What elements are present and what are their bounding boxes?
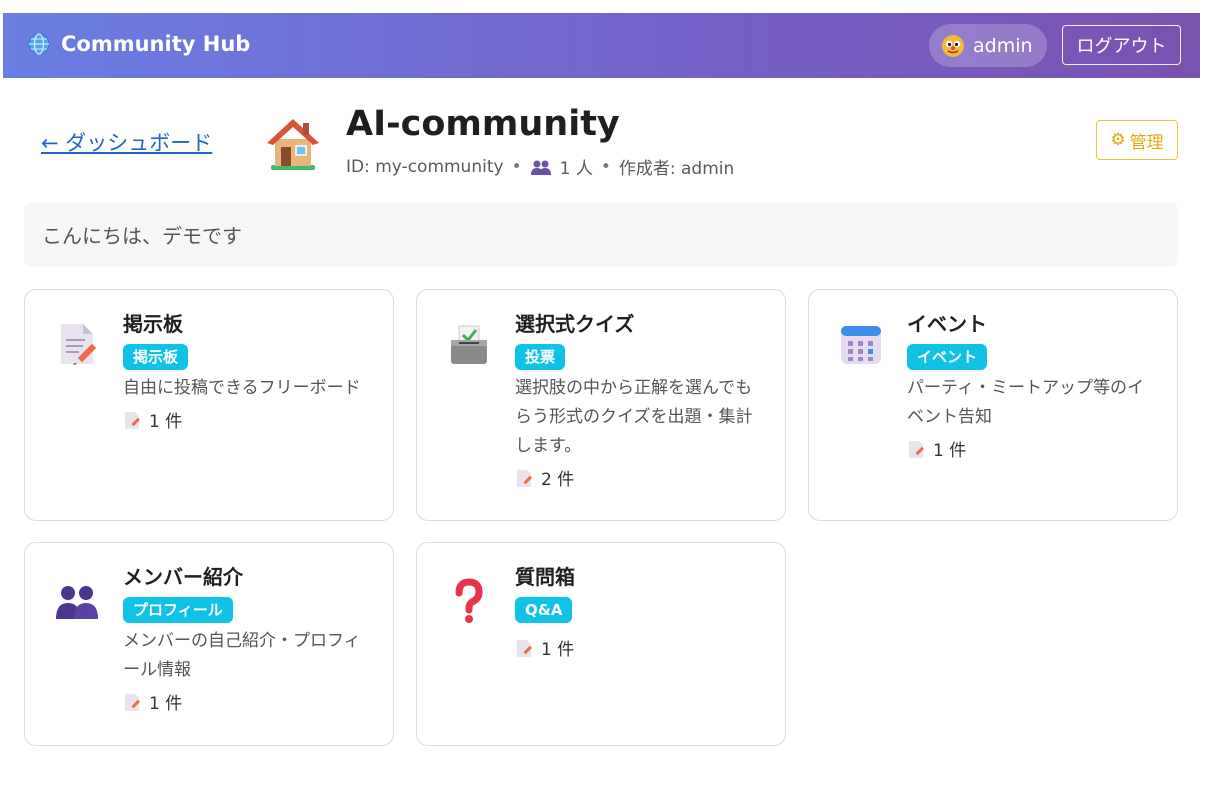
- memo-icon: [909, 440, 924, 458]
- memo-icon: [125, 411, 140, 429]
- meta-separator: •: [511, 156, 522, 177]
- card-description: 自由に投稿できるフリーボード: [123, 378, 361, 398]
- memo-icon: [125, 693, 140, 711]
- type-badge: プロフィール: [123, 597, 233, 623]
- memo-icon: [517, 639, 532, 657]
- meta-separator: •: [600, 156, 611, 177]
- house-icon: [267, 119, 319, 170]
- community-meta: ID: my-community • 1 人 • 作成者: admin: [346, 154, 735, 180]
- members-icon: [530, 160, 551, 175]
- manage-label: 管理: [1129, 132, 1164, 153]
- quiz-card[interactable]: 選択式クイズ 投票 選択肢の中から正解を選んでもらう形式のクイズを出題・集計しま…: [416, 289, 786, 521]
- member-count: 1 人: [559, 159, 593, 179]
- post-count: 1 件: [515, 635, 767, 660]
- user-name: admin: [973, 34, 1033, 57]
- card-title: 質問箱: [515, 565, 575, 589]
- type-badge: 投票: [515, 344, 566, 370]
- post-count-value: 2 件: [541, 470, 575, 490]
- avatar-face-icon: [942, 34, 964, 57]
- type-badge: 掲示板: [123, 344, 189, 370]
- memo-icon: [517, 469, 532, 487]
- community-id: ID: my-community: [346, 156, 504, 177]
- memo-icon: [61, 324, 97, 365]
- manage-button[interactable]: ⚙ 管理: [1096, 120, 1178, 160]
- top-navbar: Community Hub admin ログアウト: [3, 13, 1200, 78]
- type-badge: Q&A: [515, 597, 573, 623]
- greeting-text: こんにちは、デモです: [42, 224, 242, 248]
- board-card[interactable]: 掲示板 掲示板 自由に投稿できるフリーボード 1 件: [24, 289, 394, 521]
- gear-icon: ⚙: [1110, 130, 1126, 150]
- card-description: パーティ・ミートアップ等のイベント告知: [907, 378, 1144, 427]
- post-count-value: 1 件: [933, 441, 967, 461]
- page-title: AI-community: [346, 104, 620, 144]
- question-box-card[interactable]: 質問箱 Q&A 1 件: [416, 542, 786, 746]
- back-to-dashboard-link[interactable]: ← ダッシュボード: [41, 127, 212, 157]
- post-count: 1 件: [907, 436, 1159, 461]
- post-count-value: 1 件: [149, 412, 183, 432]
- post-count: 2 件: [515, 465, 767, 490]
- post-count: 1 件: [123, 689, 375, 714]
- card-title: メンバー紹介: [123, 565, 243, 589]
- type-badge: イベント: [907, 344, 988, 370]
- logout-button[interactable]: ログアウト: [1062, 25, 1181, 65]
- people-icon: [56, 586, 98, 619]
- card-title: 選択式クイズ: [515, 312, 635, 336]
- post-count-value: 1 件: [149, 694, 183, 714]
- card-title: イベント: [907, 312, 987, 336]
- ballot-box-icon: [451, 325, 487, 364]
- card-title: 掲示板: [123, 312, 183, 336]
- greeting-banner: こんにちは、デモです: [24, 202, 1178, 267]
- brand-name: Community Hub: [61, 32, 251, 56]
- creator: 作成者: admin: [618, 159, 735, 179]
- post-count-value: 1 件: [541, 640, 575, 660]
- member-intro-card[interactable]: メンバー紹介 プロフィール メンバーの自己紹介・プロフィール情報 1 件: [24, 542, 394, 746]
- card-description: 選択肢の中から正解を選んでもらう形式のクイズを出題・集計します。: [515, 378, 753, 456]
- brand[interactable]: Community Hub: [27, 32, 250, 56]
- user-menu[interactable]: admin: [929, 24, 1047, 67]
- event-card[interactable]: イベント イベント パーティ・ミートアップ等のイベント告知 1 件: [808, 289, 1178, 521]
- question-mark-icon: [455, 578, 483, 623]
- globe-icon: [28, 33, 50, 55]
- calendar-icon: [841, 326, 881, 364]
- post-count: 1 件: [123, 407, 375, 432]
- card-description: メンバーの自己紹介・プロフィール情報: [123, 631, 361, 680]
